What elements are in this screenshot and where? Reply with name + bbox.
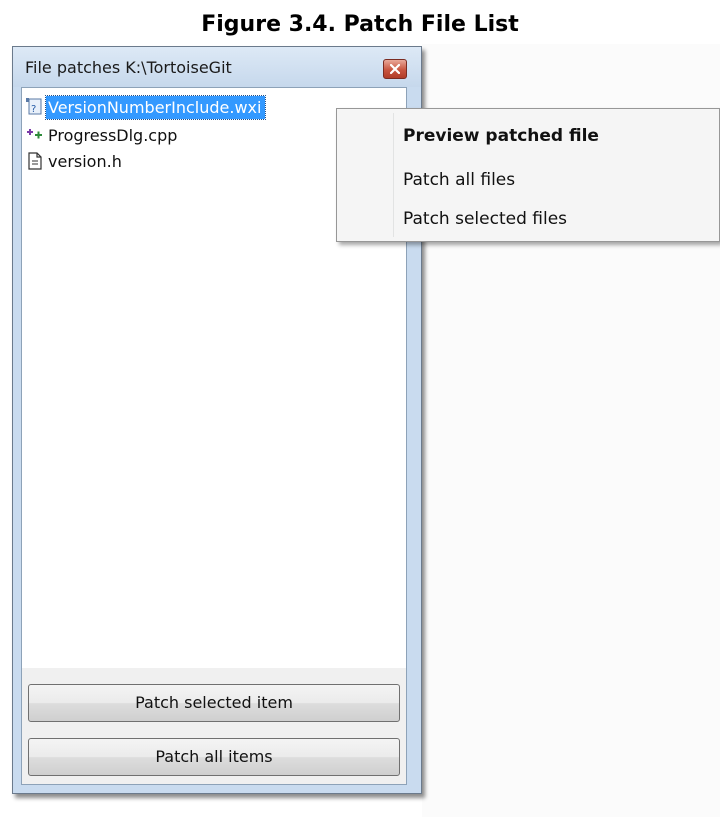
added-file-icon [26,126,44,144]
document-file-icon [26,152,44,170]
title-bar[interactable]: File patches K:\TortoiseGit [13,47,421,87]
list-item[interactable]: ? VersionNumberInclude.wxi [26,94,267,120]
menu-item-patch-selected-files[interactable]: Patch selected files [403,209,567,229]
list-item[interactable]: ProgressDlg.cpp [26,122,181,148]
close-icon [390,64,400,74]
context-menu: Preview patched file Patch all files Pat… [336,108,720,242]
menu-item-patch-all-files[interactable]: Patch all files [403,170,515,190]
file-name: version.h [48,151,122,171]
figure-title: Figure 3.4. Patch File List [201,12,519,37]
svg-text:?: ? [31,104,36,115]
window-title: File patches K:\TortoiseGit [25,58,232,77]
close-button[interactable] [383,59,407,79]
list-item[interactable]: version.h [26,148,126,174]
file-name: ProgressDlg.cpp [48,125,178,145]
patch-all-items-button[interactable]: Patch all items [28,738,400,776]
file-name: VersionNumberInclude.wxi [44,94,267,120]
patch-selected-item-button[interactable]: Patch selected item [28,684,400,722]
menu-item-preview-patched-file[interactable]: Preview patched file [403,126,599,146]
conflict-file-icon: ? [26,98,44,116]
figure-stage: Figure 3.4. Patch File List File patches… [0,0,720,817]
menu-gutter-divider [393,113,394,237]
